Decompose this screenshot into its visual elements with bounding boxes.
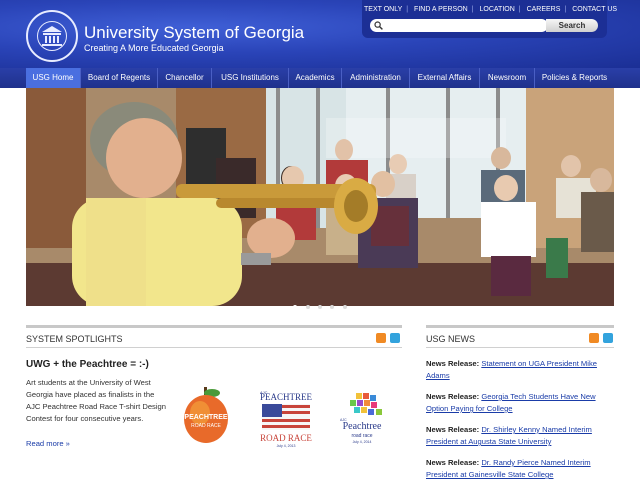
usg-news-section: USG NEWS News Release: Statement on UGA … <box>426 325 614 479</box>
spotlight-title[interactable]: UWG + the Peachtree = :-) <box>26 359 149 370</box>
peach-logo-line1: PEACHTREE <box>184 414 228 421</box>
search-button[interactable]: Search <box>546 19 598 32</box>
system-spotlights-section: SYSTEM SPOTLIGHTS UWG + the Peachtree = … <box>26 325 402 448</box>
nav-item-board-of-regents[interactable]: Board of Regents <box>81 68 158 88</box>
news-item: News Release: Dr. Shirley Kenny Named In… <box>426 424 614 448</box>
slide-dot[interactable] <box>318 305 322 309</box>
rss-icon[interactable] <box>589 333 599 343</box>
spotlights-heading: SYSTEM SPOTLIGHTS <box>26 334 123 344</box>
nav-item-administration[interactable]: Administration <box>342 68 410 88</box>
slide-dot[interactable] <box>293 305 298 309</box>
peachtree-peach-logo[interactable]: PEACHTREE ROAD RACE <box>182 385 230 445</box>
usg-seal-logo[interactable] <box>26 10 78 62</box>
news-label: News Release: <box>426 425 480 434</box>
flag-logo-date: July 4, 2013 <box>277 444 296 448</box>
news-label: News Release: <box>426 392 480 401</box>
section-rule <box>26 325 402 328</box>
rss-icon[interactable] <box>376 333 386 343</box>
site-title[interactable]: University System of Georgia <box>84 23 304 43</box>
news-item: News Release: Georgia Tech Students Have… <box>426 391 614 415</box>
section-divider <box>26 347 402 348</box>
nav-item-usg-home[interactable]: USG Home <box>26 68 81 88</box>
mosaic-logo-line1: Peachtree <box>343 421 382 432</box>
slide-dot[interactable] <box>330 305 335 309</box>
util-link-find-person[interactable]: FIND A PERSON <box>412 6 470 13</box>
hero-slideshow[interactable] <box>26 88 614 306</box>
peach-logo-line2: ROAD RACE <box>191 423 221 429</box>
news-heading: USG NEWS <box>426 334 476 344</box>
spotlight-body: Art students at the University of West G… <box>26 378 166 423</box>
flag-logo-line2: ROAD RACE <box>260 433 312 443</box>
hero-photo <box>26 88 614 306</box>
section-rule <box>426 325 614 328</box>
search-icon <box>374 21 383 30</box>
util-link-careers[interactable]: CAREERS <box>525 6 563 13</box>
news-label: News Release: <box>426 458 480 467</box>
search-input[interactable] <box>370 19 548 32</box>
util-link-text-only[interactable]: TEXT ONLY <box>362 6 404 13</box>
site-header: University System of Georgia Creating A … <box>0 0 640 68</box>
slide-dot[interactable] <box>342 305 347 309</box>
nav-item-newsroom[interactable]: Newsroom <box>480 68 535 88</box>
nav-item-policies-reports[interactable]: Policies & Reports <box>535 68 614 88</box>
flag-logo-line1: PEACHTREE <box>260 392 313 402</box>
utility-links: TEXT ONLY | FIND A PERSON | LOCATION | CARE… <box>362 6 618 13</box>
section-divider <box>426 347 614 348</box>
mosaic-logo-line2: road race <box>351 433 372 439</box>
peachtree-mosaic-logo[interactable]: AJC Peachtree road race July 4, 2014 <box>336 391 388 447</box>
building-icon <box>42 26 62 46</box>
read-more-link[interactable]: Read more » <box>26 439 70 448</box>
mosaic-logo-date: July 4, 2014 <box>353 440 372 444</box>
news-item: News Release: Dr. Randy Pierce Named Int… <box>426 457 614 481</box>
nav-item-academics[interactable]: Academics <box>289 68 342 88</box>
nav-item-chancellor[interactable]: Chancellor <box>158 68 212 88</box>
nav-item-usg-institutions[interactable]: USG Institutions <box>212 68 289 88</box>
site-tagline: Creating A More Educated Georgia <box>84 43 224 53</box>
twitter-icon[interactable] <box>390 333 400 343</box>
utility-panel: TEXT ONLY | FIND A PERSON | LOCATION | CARE… <box>362 0 618 38</box>
peachtree-flag-logo[interactable]: AJC PEACHTREE ROAD RACE July 4, 2013 <box>256 387 316 449</box>
news-label: News Release: <box>426 359 480 368</box>
slide-indicators <box>0 296 640 314</box>
main-nav: USG Home Board of Regents Chancellor USG… <box>26 68 614 88</box>
slide-dot[interactable] <box>305 305 310 309</box>
util-link-contact-us[interactable]: CONTACT US <box>570 6 619 13</box>
twitter-icon[interactable] <box>603 333 613 343</box>
news-item: News Release: Statement on UGA President… <box>426 358 614 382</box>
nav-item-external-affairs[interactable]: External Affairs <box>410 68 480 88</box>
util-link-location[interactable]: LOCATION <box>478 6 517 13</box>
